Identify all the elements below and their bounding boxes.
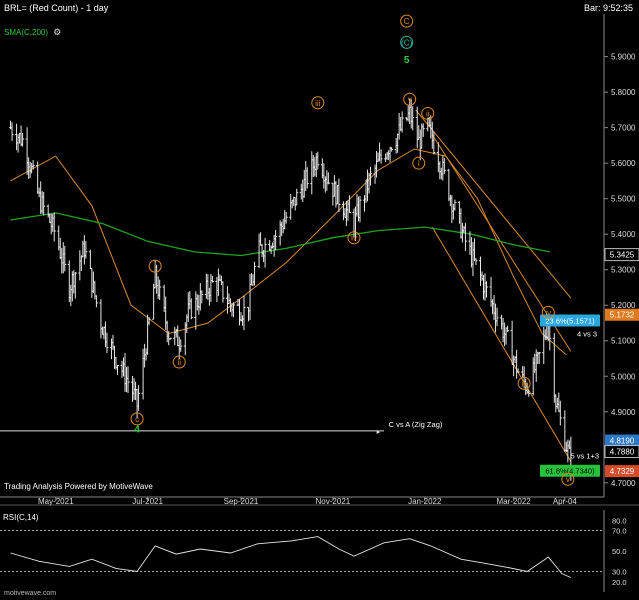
price-tick-label: 5.1000 <box>611 337 636 346</box>
price-tag: 5.3425 <box>604 248 639 262</box>
price-tick-label: 5.9000 <box>611 53 636 62</box>
fib-upper-label: 23.6%(5.1571) <box>545 316 595 325</box>
wave-text: ii <box>177 358 181 367</box>
wave-text: C <box>404 17 410 26</box>
fib-lower-label: 61.8%(4.7340) <box>545 467 595 476</box>
price-tag: 4.7880 <box>604 445 639 459</box>
wave-text: (C) <box>401 38 412 47</box>
time-tick-label: Nov-2021 <box>316 497 351 506</box>
wave-text: i <box>418 159 420 168</box>
credit-text: Trading Analysis Powered by MotiveWave <box>4 482 153 491</box>
price-tick-label: 5.8000 <box>611 88 636 97</box>
price-tick-label: 5.3000 <box>611 266 636 275</box>
price-tick-label: 5.7000 <box>611 124 636 133</box>
price-tag-label: 5.1732 <box>610 311 635 320</box>
wave-text: c <box>135 415 139 424</box>
rsi-tick-label: 70.0 <box>612 527 627 536</box>
rsi-tick-label: 80.0 <box>612 516 627 525</box>
wave-text: ii <box>426 109 430 118</box>
price-tick-label: 5.0000 <box>611 372 636 381</box>
gear-icon[interactable]: ⚙ <box>53 27 61 37</box>
wave-text: iii <box>315 99 321 108</box>
site-link[interactable]: motivewave.com <box>4 590 56 597</box>
bar-time: Bar: 9:52:35 <box>583 3 633 13</box>
zigzag-arrow: ▸ <box>377 429 381 436</box>
price-tick-label: 4.7000 <box>611 479 636 488</box>
wave-text: iv <box>351 234 357 243</box>
rsi-tick-label: 30.0 <box>612 568 627 577</box>
rsi-tick-label: 20.0 <box>612 578 627 587</box>
rsi-tick-label: 50.0 <box>612 547 627 556</box>
wave-text: 5 <box>404 55 410 66</box>
price-chart[interactable]: ▸ C vs A (Zig Zag) 23.6%(5.1571) 4 vs 3 61.8… <box>0 0 639 600</box>
price-tag-label: 4.7880 <box>610 448 635 457</box>
time-tick-label: May-2021 <box>38 497 74 506</box>
price-tag-label: 4.7329 <box>610 467 635 476</box>
time-tick-label: Mar-2022 <box>497 497 532 506</box>
time-tick-label: Apr-04 <box>553 497 578 506</box>
price-tag: 4.7329 <box>605 465 639 478</box>
wave-text: v <box>566 475 570 484</box>
price-tick-label: 5.4000 <box>611 230 636 239</box>
wave-text: 4 <box>134 425 140 436</box>
price-tick-label: 5.5000 <box>611 195 636 204</box>
time-tick-label: Jul-2021 <box>132 497 163 506</box>
wave-label: (C) <box>400 35 414 49</box>
fib-upper-note: 4 vs 3 <box>577 329 597 338</box>
zigzag-label: C vs A (Zig Zag) <box>389 420 443 429</box>
price-tag: 5.1732 <box>605 308 639 321</box>
wave-text: v <box>408 95 412 104</box>
wave-label: 4 <box>134 425 140 436</box>
sma-legend[interactable]: SMA(C,200) ⚙ <box>4 27 61 38</box>
wave-text: i <box>154 262 156 271</box>
wave-text: iii <box>521 379 527 388</box>
price-tick-label: 5.6000 <box>611 159 636 168</box>
time-tick-label: Sep-2021 <box>224 497 259 506</box>
price-tag-label: 5.3425 <box>610 251 635 260</box>
sma-legend-label: SMA(C,200) <box>4 28 49 37</box>
time-tick-label: Jan-2022 <box>408 497 442 506</box>
chart-background <box>0 0 639 600</box>
price-tick-label: 4.9000 <box>611 408 636 417</box>
wave-text: iv <box>545 308 551 317</box>
price-tag-label: 4.8190 <box>610 437 635 446</box>
rsi-legend: RSI(C,14) <box>3 513 39 522</box>
fib-lower-note: 5 vs 1+3 <box>570 452 599 461</box>
wave-label: 5 <box>404 55 410 66</box>
chart-title: BRL= (Red Count) - 1 day <box>4 3 109 13</box>
price-tag: 4.8190 <box>605 434 639 447</box>
